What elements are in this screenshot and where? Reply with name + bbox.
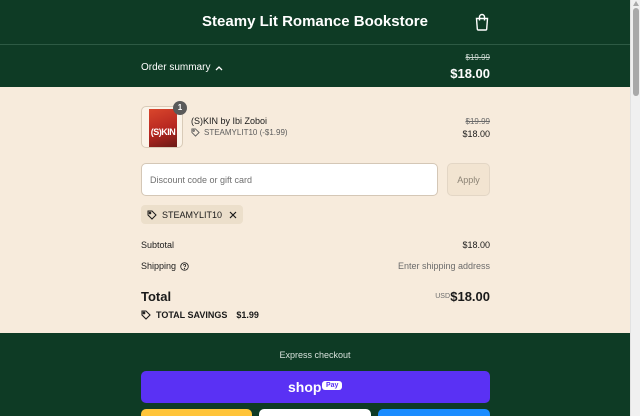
quantity-badge: 1 bbox=[173, 101, 187, 115]
tag-icon bbox=[147, 210, 157, 220]
tag-icon bbox=[141, 310, 151, 320]
subtotal-value: $18.00 bbox=[462, 240, 490, 250]
book-cover-title: (S)KIN bbox=[150, 127, 176, 137]
applied-discount-chip: STEAMYLIT10 bbox=[141, 205, 244, 224]
express-checkout-section: Express checkout shop Pay bbox=[0, 333, 630, 416]
shipping-label: Shipping bbox=[141, 261, 177, 271]
product-price: $18.00 bbox=[462, 129, 490, 139]
subtotal-label: Subtotal bbox=[141, 240, 175, 250]
shop-pay-pill: Pay bbox=[322, 381, 343, 390]
total-savings-label: TOTAL SAVINGS bbox=[156, 310, 228, 320]
product-original-price: $19.99 bbox=[465, 117, 490, 126]
remove-discount-icon[interactable] bbox=[229, 211, 237, 219]
product-title: (S)KIN by Ibi Zoboi bbox=[191, 116, 268, 126]
site-header: Steamy Lit Romance Bookstore bbox=[0, 0, 640, 44]
product-discount: STEAMYLIT10 (-$1.99) bbox=[191, 128, 288, 137]
shop-pay-button[interactable]: shop Pay bbox=[141, 371, 490, 403]
venmo-button[interactable] bbox=[378, 409, 490, 416]
order-summary-toggle[interactable]: Order summary bbox=[141, 62, 223, 73]
book-cover-image: (S)KIN bbox=[149, 109, 177, 147]
express-checkout-label: Express checkout bbox=[279, 350, 351, 360]
total-currency: USD bbox=[435, 293, 450, 300]
amazon-pay-button[interactable] bbox=[259, 409, 371, 416]
order-summary-bar[interactable]: Order summary $19.99 $18.00 bbox=[0, 45, 630, 87]
total-savings-amount: $1.99 bbox=[236, 310, 259, 320]
summary-original-total: $19.99 bbox=[465, 53, 490, 62]
summary-total: $18.00 bbox=[450, 66, 490, 81]
product-discount-text: STEAMYLIT10 (-$1.99) bbox=[204, 128, 288, 137]
paypal-button[interactable] bbox=[141, 409, 252, 416]
total-savings: TOTAL SAVINGS $1.99 bbox=[141, 310, 259, 320]
apply-discount-button[interactable]: Apply bbox=[447, 163, 490, 196]
total-value: $18.00 bbox=[450, 289, 490, 304]
applied-discount-code: STEAMYLIT10 bbox=[162, 209, 223, 220]
total-label: Total bbox=[141, 289, 172, 304]
chevron-up-icon bbox=[215, 65, 223, 70]
shop-pay-wordmark: shop bbox=[288, 379, 322, 395]
scroll-up-arrow-icon[interactable] bbox=[633, 1, 639, 6]
shipping-label-row: Shipping bbox=[141, 261, 189, 271]
discount-code-input[interactable] bbox=[141, 163, 438, 196]
shipping-value: Enter shipping address bbox=[397, 261, 490, 271]
scrollbar[interactable] bbox=[630, 0, 640, 416]
store-title[interactable]: Steamy Lit Romance Bookstore bbox=[0, 13, 630, 30]
scrollbar-thumb[interactable] bbox=[633, 8, 639, 96]
shopping-bag-icon[interactable] bbox=[474, 13, 490, 31]
order-summary-label: Order summary bbox=[141, 62, 211, 73]
help-circle-icon[interactable] bbox=[180, 261, 189, 271]
tag-icon bbox=[191, 128, 200, 137]
